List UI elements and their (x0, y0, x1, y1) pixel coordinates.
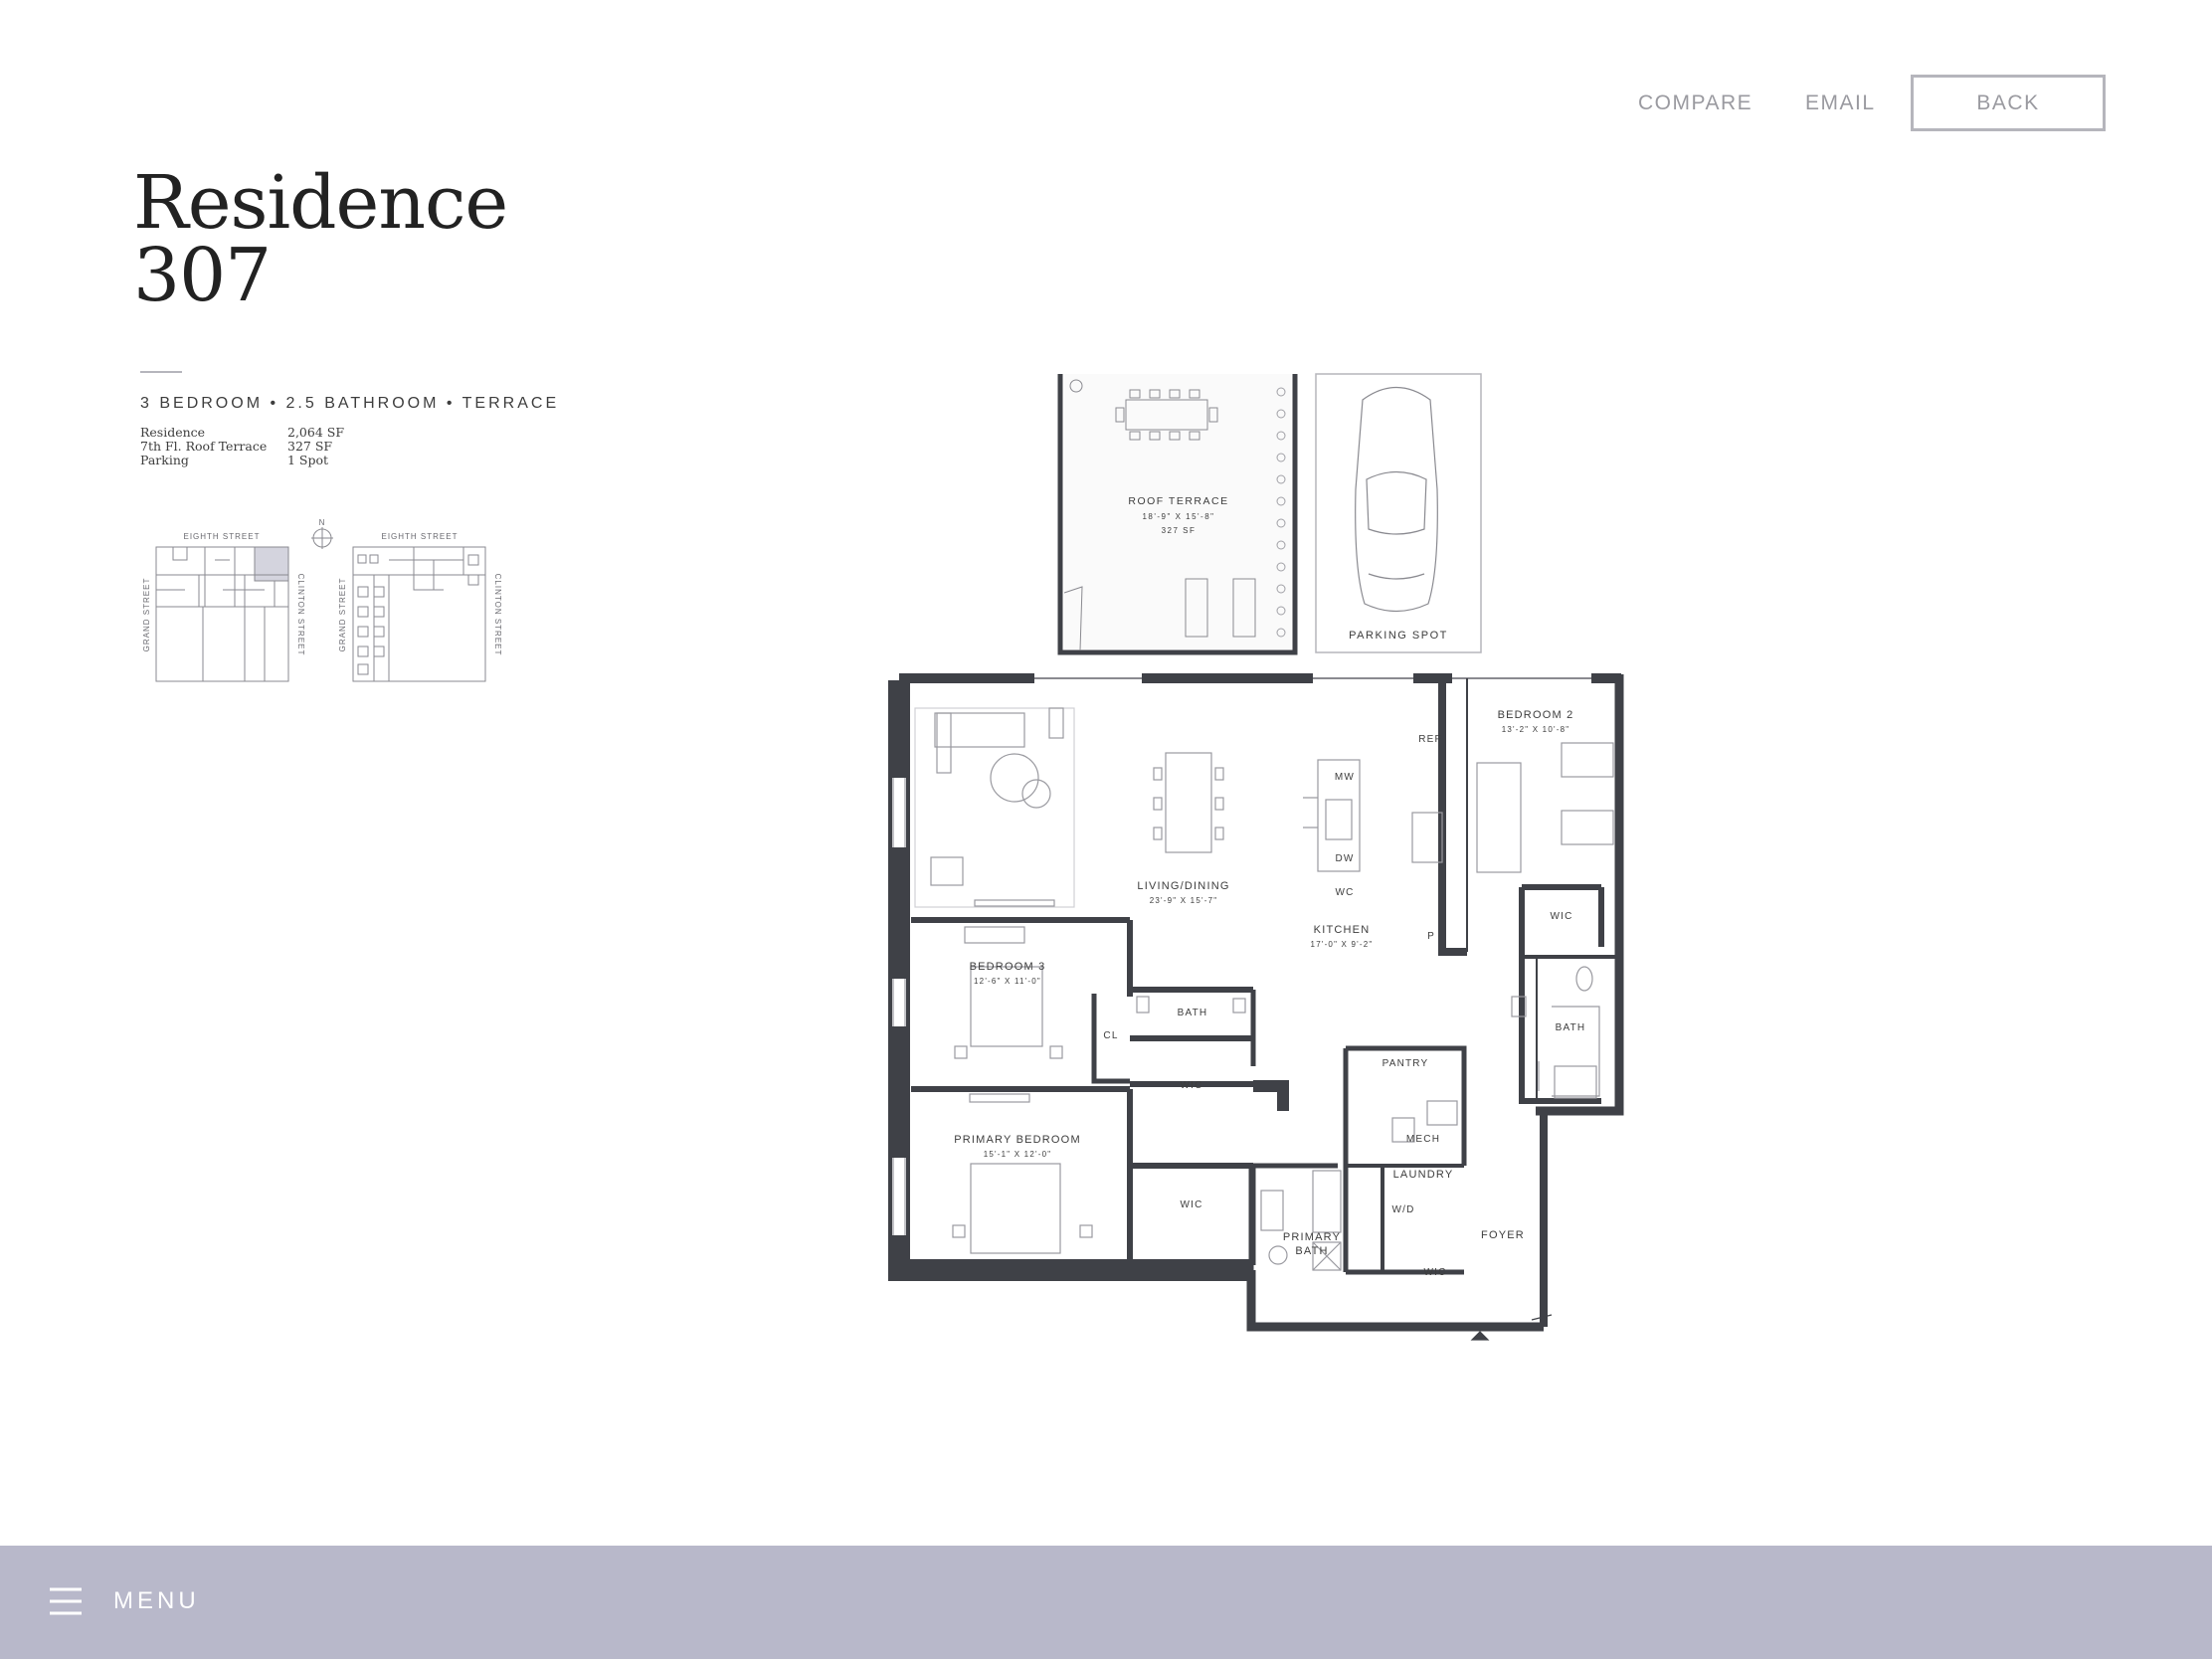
area-table: Residence 2,064 SF 7th Fl. Roof Terrace … (140, 426, 344, 467)
room-label: LIVING/DINING (1137, 880, 1229, 892)
area-value: 327 SF (287, 439, 333, 454)
compare-link[interactable]: COMPARE (1638, 92, 1752, 115)
room-label: LAUNDRY (1393, 1169, 1454, 1181)
floor-plan: ROOF TERRACE 18'-9" X 15'-8" 327 SF PARK… (888, 373, 1624, 1341)
title-line-1: Residence (133, 160, 508, 246)
furniture (914, 707, 1614, 1341)
area-row: Residence 2,064 SF (140, 426, 344, 440)
room-label: BATH (1556, 1022, 1586, 1033)
room-label: BATH (1178, 1008, 1208, 1018)
room-label: PRIMARY (1283, 1231, 1341, 1243)
hamburger-icon (50, 1587, 82, 1615)
area-value: 1 Spot (287, 453, 329, 467)
keyplan-level-1 (155, 546, 289, 682)
room-label: ROOF TERRACE (1128, 495, 1228, 507)
back-button-label: BACK (1976, 91, 2040, 114)
room-label: REF (1418, 734, 1442, 745)
keyplan-street-label: EIGHTH STREET (381, 532, 458, 541)
north-label: N (319, 518, 326, 527)
key-plans: EIGHTH STREET GRAND STREET CLINTON STREE… (142, 518, 502, 682)
keyplan-street-label: GRAND STREET (142, 578, 151, 652)
room-label: W/D (1391, 1204, 1414, 1215)
title-divider (140, 371, 182, 373)
room-dims: 17'-0" X 9'-2" (1311, 940, 1374, 949)
keyplan-street-label: CLINTON STREET (493, 574, 502, 656)
email-link[interactable]: EMAIL (1805, 92, 1876, 115)
room-label: PARKING SPOT (1349, 630, 1448, 642)
highlighted-unit (254, 546, 289, 582)
menu-button[interactable]: MENU (48, 1583, 200, 1619)
room-label: BEDROOM 2 (1498, 709, 1574, 721)
room-dims: 15'-1" X 12'-0" (984, 1150, 1052, 1159)
room-label: WIC (1180, 1199, 1202, 1210)
room-label: BEDROOM 3 (970, 961, 1046, 973)
roof-terrace: ROOF TERRACE 18'-9" X 15'-8" 327 SF (1057, 374, 1298, 655)
north-compass-icon (311, 527, 333, 549)
room-dims: 23'-9" X 15'-7" (1150, 896, 1218, 905)
menu-label: MENU (113, 1587, 200, 1614)
keyplan-street-label: EIGHTH STREET (183, 532, 260, 541)
area-label: Parking (140, 453, 189, 467)
back-button[interactable]: BACK (1911, 75, 2106, 131)
area-label: 7th Fl. Roof Terrace (140, 439, 268, 454)
page-title: Residence 307 (133, 160, 508, 318)
parking-spot: PARKING SPOT (1315, 373, 1482, 653)
room-label: CL (1103, 1030, 1118, 1041)
car-icon (1355, 387, 1438, 613)
unit-specs: 3 BEDROOM • 2.5 BATHROOM • TERRACE (140, 395, 560, 412)
room-label: P (1427, 931, 1435, 942)
room-label: PANTRY (1382, 1058, 1429, 1069)
room-dims: 13'-2" X 10'-8" (1502, 725, 1570, 734)
room-area: 327 SF (1162, 526, 1197, 535)
footer-menu-bar: MENU (0, 1546, 2212, 1659)
room-label: WC (1335, 887, 1354, 898)
room-dims: 12'-6" X 11'-0" (974, 977, 1041, 986)
area-row: 7th Fl. Roof Terrace 327 SF (140, 440, 344, 454)
room-label: KITCHEN (1314, 924, 1371, 936)
room-label: WIC (1180, 1080, 1202, 1091)
area-label: Residence (140, 425, 206, 440)
title-line-2: 307 (133, 233, 272, 318)
room-label: DW (1335, 853, 1354, 864)
room-dims: 18'-9" X 15'-8" (1142, 512, 1214, 521)
room-label: MW (1335, 772, 1355, 783)
room-label: BATH (1295, 1245, 1328, 1257)
area-row: Parking 1 Spot (140, 454, 344, 467)
room-label: WIC (1550, 911, 1572, 922)
keyplan-street-label: GRAND STREET (338, 578, 347, 652)
room-label: PRIMARY BEDROOM (954, 1134, 1081, 1146)
room-label: WIC (1423, 1267, 1446, 1278)
keyplan-street-label: CLINTON STREET (296, 574, 305, 656)
room-label: MECH (1406, 1134, 1440, 1145)
keyplan-level-7 (352, 546, 486, 682)
area-value: 2,064 SF (287, 425, 344, 440)
room-label: FOYER (1481, 1229, 1525, 1241)
